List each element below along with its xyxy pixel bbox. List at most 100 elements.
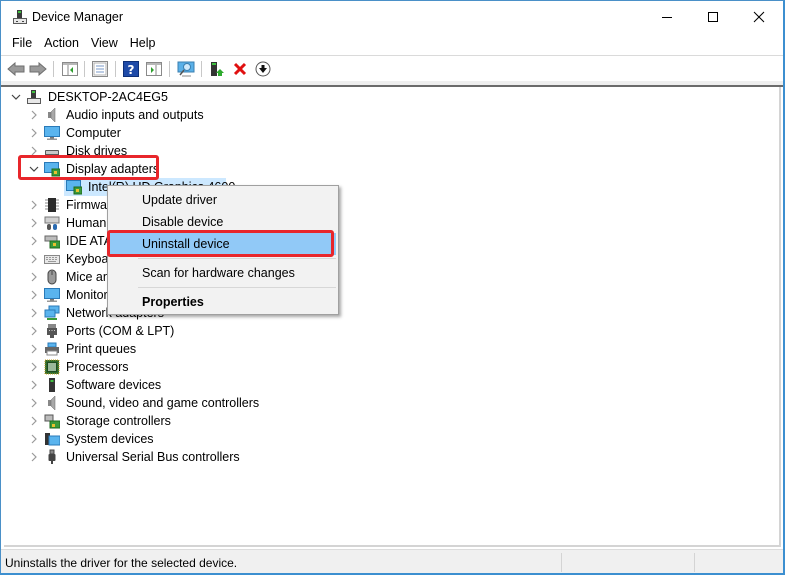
chevron-right-icon[interactable]	[28, 340, 40, 358]
chevron-right-icon[interactable]	[28, 412, 40, 430]
toolbar-separator	[53, 61, 54, 77]
close-button[interactable]	[736, 1, 782, 33]
action-pane-button[interactable]	[145, 60, 163, 78]
menu-view[interactable]: View	[85, 34, 124, 54]
console-tree-icon	[62, 62, 78, 76]
chevron-right-icon[interactable]	[28, 196, 40, 214]
chevron-right-icon[interactable]	[28, 376, 40, 394]
monitor-icon	[44, 287, 60, 303]
context-item-properties[interactable]: Properties	[110, 291, 336, 313]
tree-root[interactable]: DESKTOP-2AC4EG5	[10, 88, 170, 106]
device-manager-window: Device Manager File Action View Help ? D…	[0, 0, 785, 575]
scan-hardware-button[interactable]	[177, 60, 195, 78]
processor-icon	[44, 359, 60, 375]
tree-item-sound-video[interactable]: Sound, video and game controllers	[28, 394, 261, 412]
software-device-icon	[44, 377, 60, 393]
update-driver-icon	[211, 62, 224, 76]
help-button[interactable]: ?	[122, 60, 140, 78]
context-menu-separator	[138, 287, 336, 288]
minimize-button[interactable]	[644, 1, 690, 33]
status-divider	[694, 553, 695, 572]
menu-bar: File Action View Help	[1, 34, 783, 54]
chevron-right-icon[interactable]	[28, 106, 40, 124]
chevron-right-icon[interactable]	[28, 358, 40, 376]
status-bar: Uninstalls the driver for the selected d…	[1, 549, 783, 573]
storage-controller-icon	[44, 413, 61, 429]
chevron-right-icon[interactable]	[28, 448, 40, 466]
tree-item-system-devices[interactable]: System devices	[28, 430, 156, 448]
speaker-icon	[44, 107, 60, 123]
maximize-icon	[708, 12, 718, 22]
chevron-right-icon[interactable]	[28, 268, 40, 286]
action-pane-icon	[146, 62, 162, 76]
tree-item-processors[interactable]: Processors	[28, 358, 131, 376]
properties-button[interactable]	[91, 60, 109, 78]
tree-item-label: Ports (COM & LPT)	[66, 324, 175, 338]
maximize-button[interactable]	[690, 1, 736, 33]
chevron-down-icon[interactable]	[10, 88, 22, 106]
tree-item-usb[interactable]: Universal Serial Bus controllers	[28, 448, 242, 466]
toolbar-separator	[115, 61, 116, 77]
printer-icon	[44, 341, 60, 357]
chevron-right-icon[interactable]	[28, 430, 40, 448]
tree-item-ports[interactable]: Ports (COM & LPT)	[28, 322, 176, 340]
forward-button[interactable]	[29, 60, 47, 78]
console-tree-button[interactable]	[61, 60, 79, 78]
tree-item-computer[interactable]: Computer	[28, 124, 123, 142]
chevron-right-icon[interactable]	[28, 304, 40, 322]
tree-item-audio[interactable]: Audio inputs and outputs	[28, 106, 206, 124]
display-adapter-icon	[66, 179, 83, 195]
title-bar[interactable]: Device Manager	[1, 1, 783, 33]
red-x-icon	[233, 62, 247, 76]
network-icon	[44, 305, 60, 321]
update-driver-button[interactable]	[208, 60, 226, 78]
help-icon: ?	[123, 61, 139, 77]
window-title: Device Manager	[32, 10, 124, 24]
toolbar-separator	[84, 61, 85, 77]
arrow-right-icon	[29, 62, 47, 76]
tree-root-label: DESKTOP-2AC4EG5	[48, 90, 168, 104]
tree-item-storage-controllers[interactable]: Storage controllers	[28, 412, 173, 430]
toolbar: ?	[1, 55, 783, 81]
uninstall-device-button[interactable]	[231, 60, 249, 78]
chevron-right-icon[interactable]	[28, 232, 40, 250]
keyboard-icon	[44, 251, 60, 267]
menu-help[interactable]: Help	[124, 34, 162, 54]
chevron-right-icon[interactable]	[28, 286, 40, 304]
disable-device-button[interactable]	[254, 60, 272, 78]
chevron-right-icon[interactable]	[28, 214, 40, 232]
system-devices-icon	[44, 431, 61, 447]
annotation-highlight-display-adapters	[18, 155, 159, 180]
chip-icon	[44, 197, 60, 213]
tree-item-software-devices[interactable]: Software devices	[28, 376, 163, 394]
annotation-highlight-uninstall-device	[107, 230, 334, 257]
tree-item-label: Sound, video and game controllers	[66, 396, 260, 410]
menu-file[interactable]: File	[1, 34, 38, 54]
menu-action[interactable]: Action	[38, 34, 85, 54]
mouse-icon	[44, 269, 60, 285]
chevron-right-icon[interactable]	[28, 124, 40, 142]
chevron-right-icon[interactable]	[28, 250, 40, 268]
port-icon	[44, 323, 60, 339]
back-button[interactable]	[7, 60, 25, 78]
down-arrow-circle-icon	[255, 61, 271, 77]
chevron-right-icon[interactable]	[28, 322, 40, 340]
tree-item-label: Print queues	[66, 342, 137, 356]
toolbar-separator	[201, 61, 202, 77]
toolbar-separator	[169, 61, 170, 77]
ide-controller-icon	[44, 233, 61, 249]
tree-item-print-queues[interactable]: Print queues	[28, 340, 138, 358]
speaker-icon	[44, 395, 60, 411]
tree-item-label: Storage controllers	[66, 414, 171, 428]
context-item-update-driver[interactable]: Update driver	[110, 189, 336, 211]
context-item-scan-hardware[interactable]: Scan for hardware changes	[110, 262, 336, 284]
status-divider	[561, 553, 562, 572]
tree-item-label: Computer	[66, 126, 121, 140]
chevron-right-icon[interactable]	[28, 394, 40, 412]
computer-tower-icon	[26, 89, 42, 105]
svg-text:?: ?	[128, 63, 135, 77]
tree-item-monitors[interactable]: Monitors	[28, 286, 116, 304]
minimize-icon	[662, 17, 672, 18]
monitor-search-icon	[177, 61, 195, 77]
tree-item-label: Audio inputs and outputs	[66, 108, 204, 122]
